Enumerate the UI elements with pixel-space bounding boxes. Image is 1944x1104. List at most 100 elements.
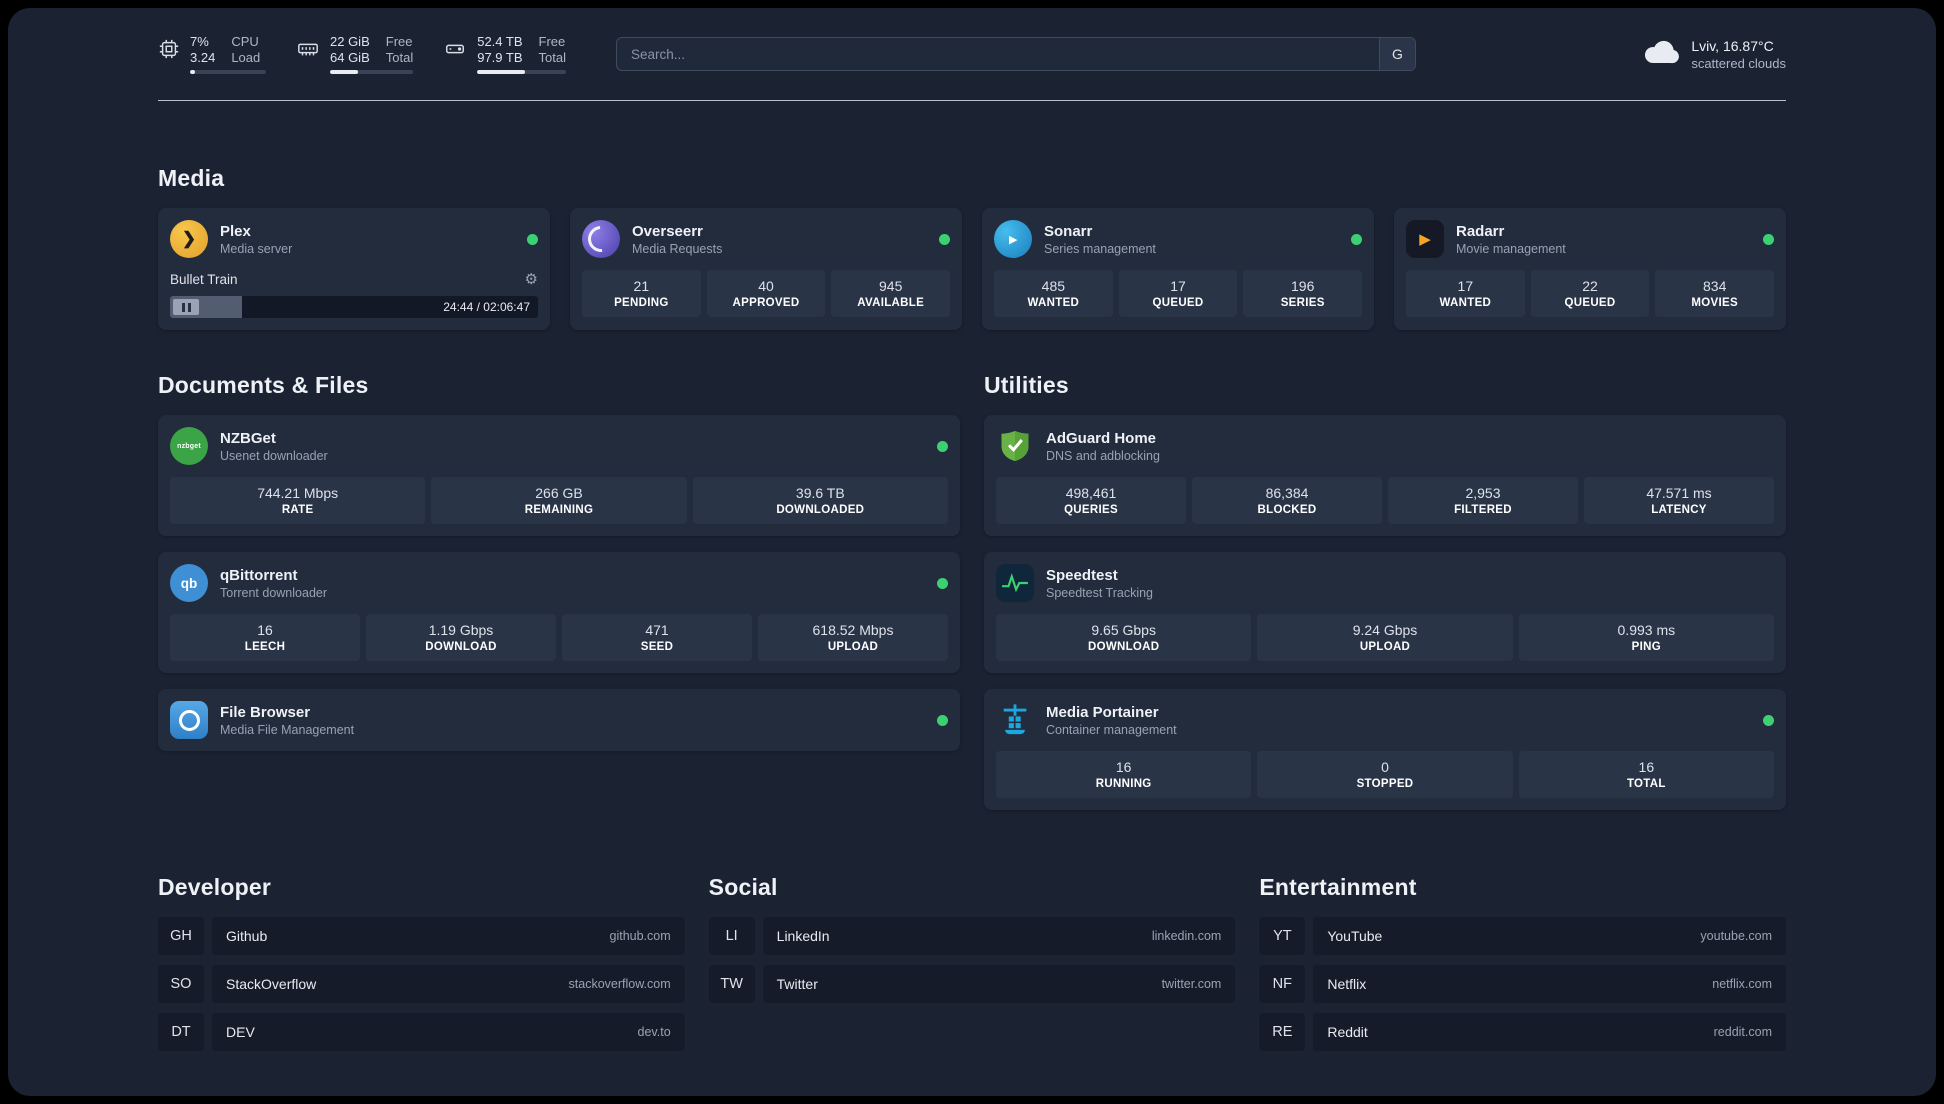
service-card-nzbget[interactable]: nzbget NZBGet Usenet downloader 744.21 M… — [158, 415, 960, 536]
ram-total: 64 GiB — [330, 50, 370, 65]
stat-tile: 21 PENDING — [582, 270, 701, 317]
qbittorrent-icon: qb — [170, 564, 208, 602]
section-title-social: Social — [708, 874, 778, 900]
ram-free-label: Free — [385, 34, 413, 49]
bookmark-twitter[interactable]: TW Twitter twitter.com — [708, 965, 1236, 1003]
service-card-radarr[interactable]: ▶ Radarr Movie management 17 WANTED 22 Q… — [1394, 208, 1786, 330]
stat-tile: 834 MOVIES — [1655, 270, 1775, 317]
cpu-icon — [158, 38, 180, 60]
bookmark-url: dev.to — [637, 1025, 671, 1039]
cpu-load: 3.24 — [190, 50, 216, 65]
plex-icon: ❯ — [170, 220, 208, 258]
service-subtitle: Container management — [1046, 722, 1177, 737]
cpu-stat-widget: 7% 3.24 CPU Load — [158, 34, 266, 74]
stat-tile: 22 QUEUED — [1530, 270, 1650, 317]
media-card-grid: ❯ Plex Media server Bullet Train ⚙ 24:44… — [158, 208, 1786, 330]
bookmark-abbr: DT — [158, 1013, 204, 1051]
radarr-icon: ▶ — [1406, 220, 1444, 258]
playback-time: 24:44 / 02:06:47 — [443, 300, 530, 314]
stat-tile: 196 SERIES — [1243, 270, 1363, 317]
stat-tile: 86,384 BLOCKED — [1192, 477, 1382, 524]
service-card-plex[interactable]: ❯ Plex Media server Bullet Train ⚙ 24:44… — [158, 208, 550, 330]
status-dot — [1763, 714, 1774, 726]
service-subtitle: Series management — [1044, 241, 1156, 256]
utilities-column: Utilities AdGuard Home DNS and adblockin… — [984, 372, 1786, 810]
playback-progress-bar[interactable]: 24:44 / 02:06:47 — [170, 296, 538, 318]
service-card-sonarr[interactable]: ▸ Sonarr Series management 485 WANTED 17… — [982, 208, 1374, 330]
disk-total-label: Total — [538, 50, 566, 65]
bookmark-reddit[interactable]: RE Reddit reddit.com — [1259, 1013, 1786, 1051]
service-card-overseerr[interactable]: Overseerr Media Requests 21 PENDING 40 A… — [570, 208, 962, 330]
bookmark-linkedin[interactable]: LI LinkedIn linkedin.com — [708, 917, 1236, 955]
service-subtitle: Speedtest Tracking — [1046, 585, 1154, 600]
service-name: Overseerr — [632, 222, 703, 240]
bookmark-name: YouTube — [1327, 928, 1383, 944]
bookmark-name: Reddit — [1327, 1024, 1368, 1040]
search-input[interactable] — [616, 38, 1379, 70]
stat-tile: 2,953 FILTERED — [1388, 477, 1578, 524]
disk-free: 52.4 TB — [477, 34, 523, 49]
service-name: NZBGet — [220, 429, 276, 447]
weather-location: Lviv, 16.87°C — [1691, 37, 1774, 54]
service-subtitle: Movie management — [1456, 241, 1566, 256]
bookmark-group-entertainment: Entertainment YT YouTube youtube.com NF … — [1259, 874, 1786, 1051]
bookmark-name: Github — [226, 928, 268, 944]
bookmark-youtube[interactable]: YT YouTube youtube.com — [1259, 917, 1786, 955]
header-divider — [158, 100, 1786, 101]
status-dot — [1763, 233, 1774, 245]
cpu-load-label: Load — [231, 50, 261, 65]
overseerr-icon — [582, 220, 620, 258]
service-name: Speedtest — [1046, 566, 1118, 584]
bookmark-url: github.com — [609, 929, 671, 943]
search-engine-button[interactable]: G — [1378, 38, 1415, 70]
portainer-icon — [996, 701, 1034, 739]
section-title-media: Media — [158, 165, 225, 191]
stat-tile: 17 WANTED — [1406, 270, 1525, 317]
bookmark-netflix[interactable]: NF Netflix netflix.com — [1259, 965, 1786, 1003]
ram-total-label: Total — [385, 50, 414, 65]
weather-widget: Lviv, 16.87°C scattered clouds — [1643, 38, 1786, 71]
disk-free-label: Free — [538, 34, 566, 49]
cpu-label: CPU — [231, 34, 259, 49]
stat-tile: 471 SEED — [562, 614, 752, 661]
service-card-qbittorrent[interactable]: qb qBittorrent Torrent downloader 16 LEE… — [158, 552, 960, 673]
bookmark-github[interactable]: GH Github github.com — [158, 917, 685, 955]
section-title-utilities: Utilities — [984, 372, 1069, 398]
bookmark-stackoverflow[interactable]: SO StackOverflow stackoverflow.com — [158, 965, 685, 1003]
service-subtitle: Media Requests — [632, 241, 723, 256]
bookmark-group-social: Social LI LinkedIn linkedin.com TW Twitt… — [708, 874, 1236, 1003]
service-name: qBittorrent — [220, 566, 298, 584]
service-card-speedtest[interactable]: Speedtest Speedtest Tracking 9.65 Gbps D… — [984, 552, 1786, 673]
status-dot — [937, 440, 948, 452]
bookmark-name: LinkedIn — [776, 928, 830, 944]
status-dot — [1351, 233, 1362, 245]
service-card-adguard[interactable]: AdGuard Home DNS and adblocking 498,461 … — [984, 415, 1786, 536]
service-subtitle: Usenet downloader — [220, 448, 328, 463]
filebrowser-icon — [170, 701, 208, 739]
bookmark-abbr: LI — [708, 917, 755, 955]
bookmark-abbr: NF — [1259, 965, 1306, 1003]
bookmark-group-developer: Developer GH Github github.com SO StackO… — [158, 874, 685, 1051]
service-card-filebrowser[interactable]: File Browser Media File Management — [158, 689, 960, 751]
stat-tile: 266 GB REMAINING — [431, 477, 687, 524]
top-bar: 7% 3.24 CPU Load 22 GiB 64 GiB Free Tota… — [158, 8, 1786, 74]
bookmark-url: youtube.com — [1700, 929, 1772, 943]
bookmark-dev[interactable]: DT DEV dev.to — [158, 1013, 685, 1051]
sonarr-icon: ▸ — [994, 220, 1032, 258]
ram-stat-widget: 22 GiB 64 GiB Free Total — [296, 34, 414, 74]
cpu-percent: 7% — [190, 34, 209, 49]
stat-tile: 40 APPROVED — [706, 270, 826, 317]
service-subtitle: Torrent downloader — [220, 585, 328, 600]
disk-stat-widget: 52.4 TB 97.9 TB Free Total — [443, 34, 566, 74]
stat-tile: 1.19 Gbps DOWNLOAD — [366, 614, 556, 661]
stat-tile: 945 AVAILABLE — [831, 270, 951, 317]
service-card-portainer[interactable]: Media Portainer Container management 16 … — [984, 689, 1786, 810]
service-name: File Browser — [220, 703, 311, 721]
stat-tile: 47.571 ms LATENCY — [1584, 477, 1774, 524]
bookmark-abbr: TW — [708, 965, 755, 1003]
stat-tile: 9.24 Gbps UPLOAD — [1257, 614, 1513, 661]
pause-icon[interactable] — [173, 299, 199, 315]
ram-free: 22 GiB — [330, 34, 370, 49]
gear-icon[interactable]: ⚙ — [525, 270, 538, 288]
documents-column: Documents & Files nzbget NZBGet Usenet d… — [158, 372, 960, 751]
